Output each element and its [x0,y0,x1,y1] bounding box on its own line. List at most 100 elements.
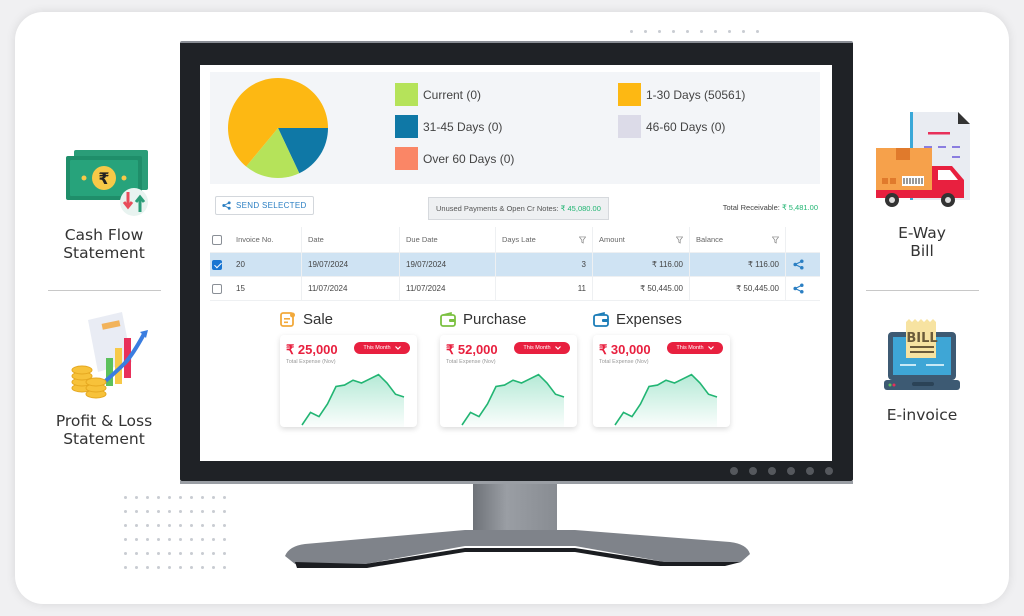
monitor-button[interactable] [730,467,738,475]
cell-balance: ₹ 116.00 [747,260,779,269]
column-header[interactable]: Balance [690,227,786,252]
invoice-table: Invoice No. Date Due Date Days Late Amou… [210,227,820,301]
svg-text:₹: ₹ [98,169,109,188]
legend-swatch [395,147,418,170]
total-receivable-label: Total Receivable: [722,203,780,212]
column-header[interactable]: Days Late [496,227,593,252]
cell-amount: ₹ 50,445.00 [640,284,683,293]
metric-amount: ₹ 52,000 [446,342,498,357]
metric-title: Expenses [593,311,682,328]
metric-title-label: Purchase [463,311,527,328]
feature-cash-flow[interactable]: ₹ Cash Flow Statement [44,146,164,262]
monitor-button[interactable] [825,467,833,475]
send-selected-button[interactable]: SEND SELECTED [215,196,314,215]
legend-label: 46-60 Days (0) [646,119,726,134]
legend-item-31-45: 31-45 Days (0) [395,115,502,138]
period-label: This Month [363,345,391,351]
metric-card[interactable]: ₹ 25,000 Total Expense (Nov) This Month [280,335,417,427]
feature-label: Bill [910,242,934,260]
profit-loss-chart-icon [71,312,148,399]
monitor-button[interactable] [806,467,814,475]
trend-sparkline [461,373,565,427]
filter-icon[interactable] [772,236,779,243]
monitor-button[interactable] [787,467,795,475]
row-checkbox[interactable] [212,259,222,270]
cell-date: 19/07/2024 [308,260,349,269]
column-header[interactable]: Invoice No. [230,227,302,252]
chevron-down-icon [707,346,714,350]
cell-days-late: 11 [577,284,586,293]
select-all-checkbox[interactable] [212,234,222,245]
unused-payments-value: ₹ 45,080.00 [560,204,601,213]
divider [866,290,979,291]
legend-swatch [395,83,418,106]
monitor-button[interactable] [749,467,757,475]
aging-pie-chart [227,78,328,178]
wallet-icon [593,312,609,327]
metric-title: Purchase [440,311,526,328]
feature-e-invoice[interactable]: BILL E-invoice [862,318,982,424]
table-row[interactable]: 15 11/07/2024 11/07/2024 11 ₹ 50,445.00 … [210,277,820,301]
wallet-icon [440,312,456,327]
unused-payments-badge: Unused Payments & Open Cr Notes: ₹ 45,08… [428,197,609,220]
chevron-down-icon [554,346,561,350]
period-dropdown[interactable]: This Month [514,342,570,354]
period-dropdown[interactable]: This Month [667,342,723,354]
column-header-label: Days Late [502,235,536,244]
filter-icon[interactable] [676,236,683,243]
cell-invoice-no: 15 [236,284,245,293]
legend-item-1-30: 1-30 Days (50561) [618,83,745,106]
send-selected-label: SEND SELECTED [236,201,307,210]
feature-profit-loss[interactable]: Profit & Loss Statement [44,312,164,448]
legend-swatch [618,83,641,106]
legend-item-46-60: 46-60 Days (0) [618,115,725,138]
unused-payments-label: Unused Payments & Open Cr Notes: [436,204,559,213]
sparkline-area [462,374,564,427]
monitor-stand-base [285,530,750,568]
column-header-label: Invoice No. [236,235,274,244]
cell-amount: ₹ 116.00 [651,260,683,269]
column-header-label: Balance [696,235,724,244]
cell-balance: ₹ 50,445.00 [736,284,779,293]
period-label: This Month [676,345,704,351]
row-checkbox[interactable] [212,283,222,294]
monitor-button[interactable] [768,467,776,475]
share-icon[interactable] [792,259,804,270]
feature-label: Profit & Loss [55,412,153,430]
cell-invoice-no: 20 [236,260,245,269]
legend-label: 31-45 Days (0) [423,119,503,134]
share-icon[interactable] [792,283,804,294]
divider [48,290,161,291]
period-dropdown[interactable]: This Month [354,342,410,354]
sparkline-area [615,374,717,427]
metric-card[interactable]: ₹ 30,000 Total Expense (Nov) This Month [593,335,730,427]
column-header-label: Amount [599,235,625,244]
share-icon [222,201,231,210]
aging-summary-panel: Current (0) 1-30 Days (50561) 31-45 Days… [210,72,820,184]
legend-swatch [395,115,418,138]
metric-title-label: Expenses [616,311,682,328]
metric-card[interactable]: ₹ 52,000 Total Expense (Nov) This Month [440,335,577,427]
column-header[interactable]: Date [302,227,400,252]
legend-item-over-60: Over 60 Days (0) [395,147,514,170]
cell-date: 11/07/2024 [308,284,348,293]
cell-due-date: 11/07/2024 [406,284,446,293]
feature-label: E-invoice [886,406,958,424]
filter-icon[interactable] [579,236,586,243]
metric-amount: ₹ 25,000 [286,342,338,357]
trend-sparkline [614,373,718,427]
monitor-buttons [730,467,833,475]
legend-label: Current (0) [423,87,482,102]
column-header[interactable]: Due Date [400,227,496,252]
app-screen: Current (0) 1-30 Days (50561) 31-45 Days… [200,65,832,461]
legend-label: Over 60 Days (0) [423,151,515,166]
bill-laptop-icon: BILL [884,319,960,390]
table-row[interactable]: 20 19/07/2024 19/07/2024 3 ₹ 116.00 ₹ 11… [210,253,820,277]
feature-label: E-Way [898,224,946,242]
column-header[interactable]: Amount [593,227,690,252]
table-header-row: Invoice No. Date Due Date Days Late Amou… [210,227,820,253]
column-header-label: Date [308,235,324,244]
feature-eway-bill[interactable]: E-Way Bill [862,110,982,260]
legend-label: 1-30 Days (50561) [646,87,746,102]
period-label: This Month [523,345,551,351]
